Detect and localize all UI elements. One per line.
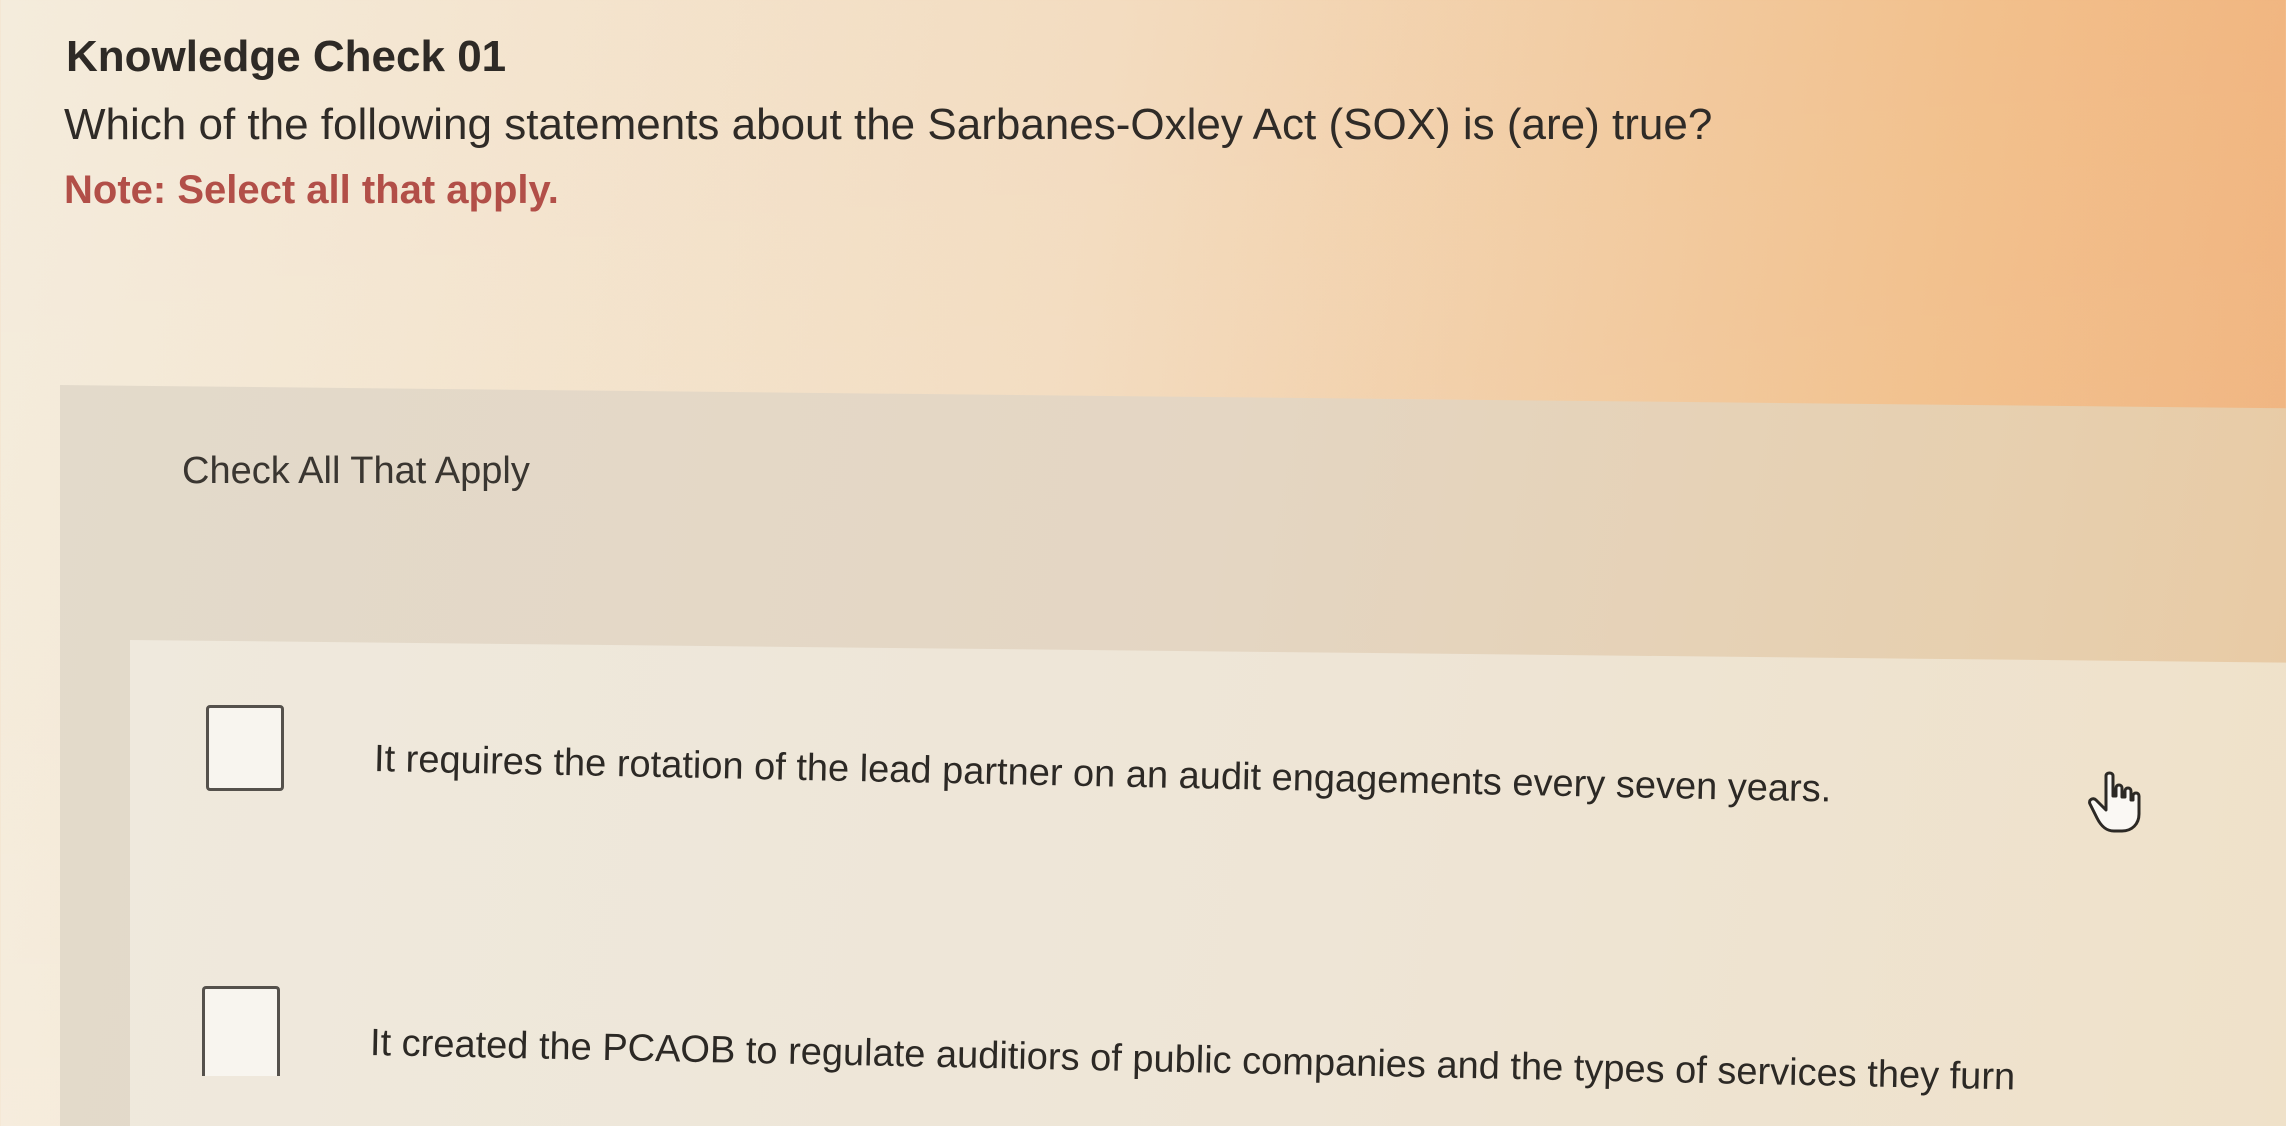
check-all-label: Check All That Apply <box>182 450 530 492</box>
question-text: Which of the following statements about … <box>64 100 1713 149</box>
hand-pointer-icon <box>2088 771 2141 833</box>
page-title: Knowledge Check 01 <box>66 32 507 81</box>
instruction-note: Note: Select all that apply. <box>64 168 559 212</box>
option-checkbox-2[interactable] <box>202 986 280 1076</box>
option-checkbox-1[interactable] <box>206 705 284 791</box>
